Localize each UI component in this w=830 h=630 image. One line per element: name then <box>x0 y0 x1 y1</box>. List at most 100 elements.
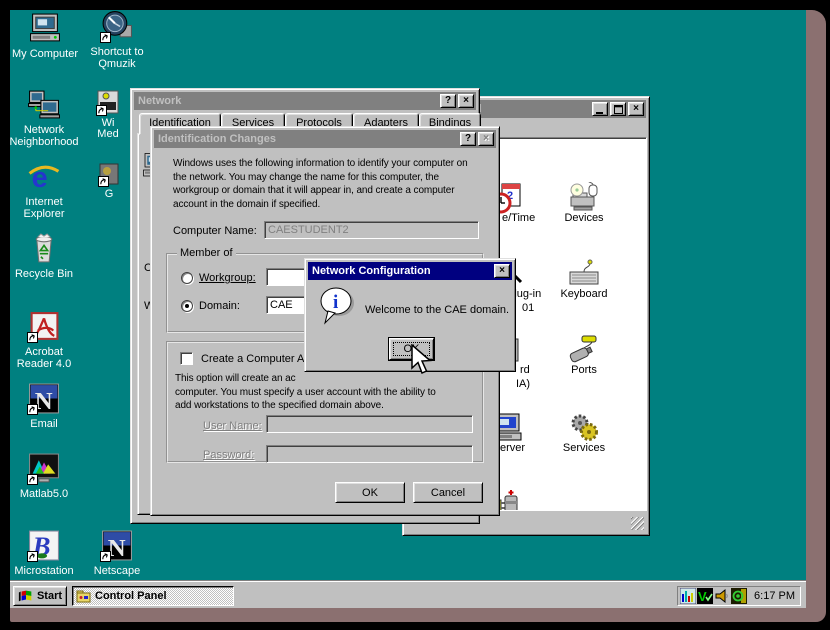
msgbox-message: Welcome to the CAE domain. <box>365 304 509 316</box>
info-icon: i <box>318 287 358 329</box>
desktop-icon-matlab[interactable]: Matlab5.0 <box>8 452 80 500</box>
account-description: This option will create an ac computer. … <box>175 372 436 413</box>
cp-label-keyboard[interactable]: Keyboard <box>552 288 616 300</box>
start-button[interactable]: Start <box>13 586 67 606</box>
workgroup-radio[interactable] <box>181 272 193 284</box>
cp-label-pc-card-line2[interactable]: IA) <box>516 378 530 390</box>
mouse-cursor-icon <box>410 344 432 376</box>
cp-label-java-plugin-line2[interactable]: 01 <box>522 302 534 314</box>
desktop-icon-acrobat-reader[interactable]: AcrobatReader 4.0 <box>8 310 80 370</box>
control-panel-icon <box>76 590 91 603</box>
password-field <box>266 445 473 463</box>
desktop-icon-email[interactable]: N Email <box>8 382 80 430</box>
desktop-icon-network-neighborhood[interactable]: NetworkNeighborhood <box>8 88 80 148</box>
computer-name-field: CAESTUDENT2 <box>264 221 479 239</box>
close-button[interactable]: × <box>494 264 510 278</box>
resize-grip[interactable] <box>631 517 644 530</box>
cp-label-services[interactable]: Services <box>552 442 616 454</box>
network-neighborhood-icon <box>27 88 61 121</box>
icon-label: Recycle Bin <box>8 268 80 280</box>
maximize-button[interactable] <box>610 102 626 116</box>
cancel-button[interactable]: Cancel <box>413 482 483 503</box>
msgbox-title: Network Configuration <box>312 265 492 277</box>
acrobat-reader-icon <box>27 310 61 343</box>
start-label: Start <box>37 590 62 602</box>
desktop-icon-g-partial[interactable]: G <box>92 163 126 200</box>
task-label: Control Panel <box>95 590 167 602</box>
password-label: Password: <box>203 449 254 461</box>
devices-icon[interactable] <box>568 182 600 214</box>
media-icon <box>96 90 120 116</box>
create-account-label: Create a Computer Acc <box>201 353 315 365</box>
keyboard-icon[interactable] <box>568 258 600 290</box>
help-button[interactable]: ? <box>440 94 456 108</box>
taskbar-task-control-panel[interactable]: Control Panel <box>72 586 234 606</box>
recycle-bin-icon <box>27 232 61 265</box>
network-title: Network <box>138 95 438 107</box>
shortcut-arrow-icon <box>100 32 111 43</box>
shortcut-arrow-icon <box>98 176 109 187</box>
shortcut-arrow-icon <box>96 105 107 116</box>
intro-text: Windows uses the following information t… <box>173 157 468 211</box>
ok-button[interactable]: OK <box>335 482 405 503</box>
network-agent-tray-icon[interactable]: V <box>697 588 713 604</box>
user-name-label: User Name: <box>203 420 262 432</box>
cp-label-ports[interactable]: Ports <box>552 364 616 376</box>
internet-explorer-icon: e <box>27 160 61 193</box>
windows-logo-icon <box>18 589 34 603</box>
desktop-icon-qmuzik[interactable]: Shortcut toQmuzik <box>81 10 153 70</box>
cp-label-pc-card-line1[interactable]: rd <box>520 364 530 376</box>
services-icon[interactable] <box>568 412 600 444</box>
display-adapter-tray-icon[interactable] <box>731 588 747 604</box>
close-button[interactable]: × <box>458 94 474 108</box>
shortcut-arrow-icon <box>27 332 38 343</box>
tray-clock: 6:17 PM <box>754 590 798 602</box>
msgbox-titlebar[interactable]: Network Configuration × <box>308 262 512 280</box>
computer-name-label: Computer Name: <box>173 225 257 237</box>
volume-tray-icon[interactable] <box>714 588 730 604</box>
domain-radio[interactable] <box>181 300 193 312</box>
cp-label-server[interactable]: erver <box>500 442 525 454</box>
resource-meter-tray-icon[interactable] <box>680 588 696 604</box>
netscape-n-icon: N <box>27 382 61 415</box>
taskbar: Start Control Panel V 6:17 PM <box>10 581 806 608</box>
shortcut-arrow-icon <box>100 551 111 562</box>
user-name-field <box>266 415 473 433</box>
desktop-icon-internet-explorer[interactable]: e InternetExplorer <box>8 160 80 220</box>
icon-label: Acrobat <box>25 346 63 358</box>
my-computer-icon <box>28 12 62 45</box>
cp-label-devices[interactable]: Devices <box>552 212 616 224</box>
create-account-checkbox[interactable] <box>180 352 193 365</box>
identification-titlebar[interactable]: Identification Changes ? × <box>154 130 496 148</box>
svg-text:i: i <box>333 292 338 313</box>
icon-label: Email <box>8 418 80 430</box>
help-button[interactable]: ? <box>460 132 476 146</box>
close-button: × <box>478 132 494 146</box>
workgroup-label: Workgroup: <box>199 272 256 284</box>
domain-label: Domain: <box>199 300 240 312</box>
desktop-icon-microstation[interactable]: B Microstation <box>8 529 80 577</box>
desktop-icon-netscape[interactable]: N Netscape <box>81 529 153 577</box>
microstation-icon: B <box>27 529 61 562</box>
icon-label: Internet <box>25 196 62 208</box>
ports-icon[interactable] <box>568 334 600 366</box>
close-button[interactable]: × <box>628 102 644 116</box>
shortcut-arrow-icon <box>27 474 38 485</box>
member-of-legend: Member of <box>177 247 236 259</box>
desktop-icon-media-partial[interactable]: WiMed <box>88 90 128 140</box>
desktop-icon-my-computer[interactable]: My Computer <box>9 12 81 60</box>
netscape-n-icon: N <box>100 529 134 562</box>
icon-label: Matlab5.0 <box>8 488 80 500</box>
cp-label-date-time[interactable]: e/Time <box>502 212 535 224</box>
g-icon <box>98 163 120 187</box>
network-titlebar[interactable]: Network ? × <box>134 92 476 110</box>
icon-label-fragment: G <box>92 189 126 200</box>
desktop-icon-recycle-bin[interactable]: Recycle Bin <box>8 232 80 280</box>
qmuzik-gauge-icon <box>100 10 134 43</box>
shortcut-arrow-icon <box>27 551 38 562</box>
minimize-button[interactable] <box>592 102 608 116</box>
system-tray: V 6:17 PM <box>677 586 801 606</box>
shortcut-arrow-icon <box>27 404 38 415</box>
matlab-icon <box>27 452 61 485</box>
dialog-title: Identification Changes <box>158 133 458 145</box>
